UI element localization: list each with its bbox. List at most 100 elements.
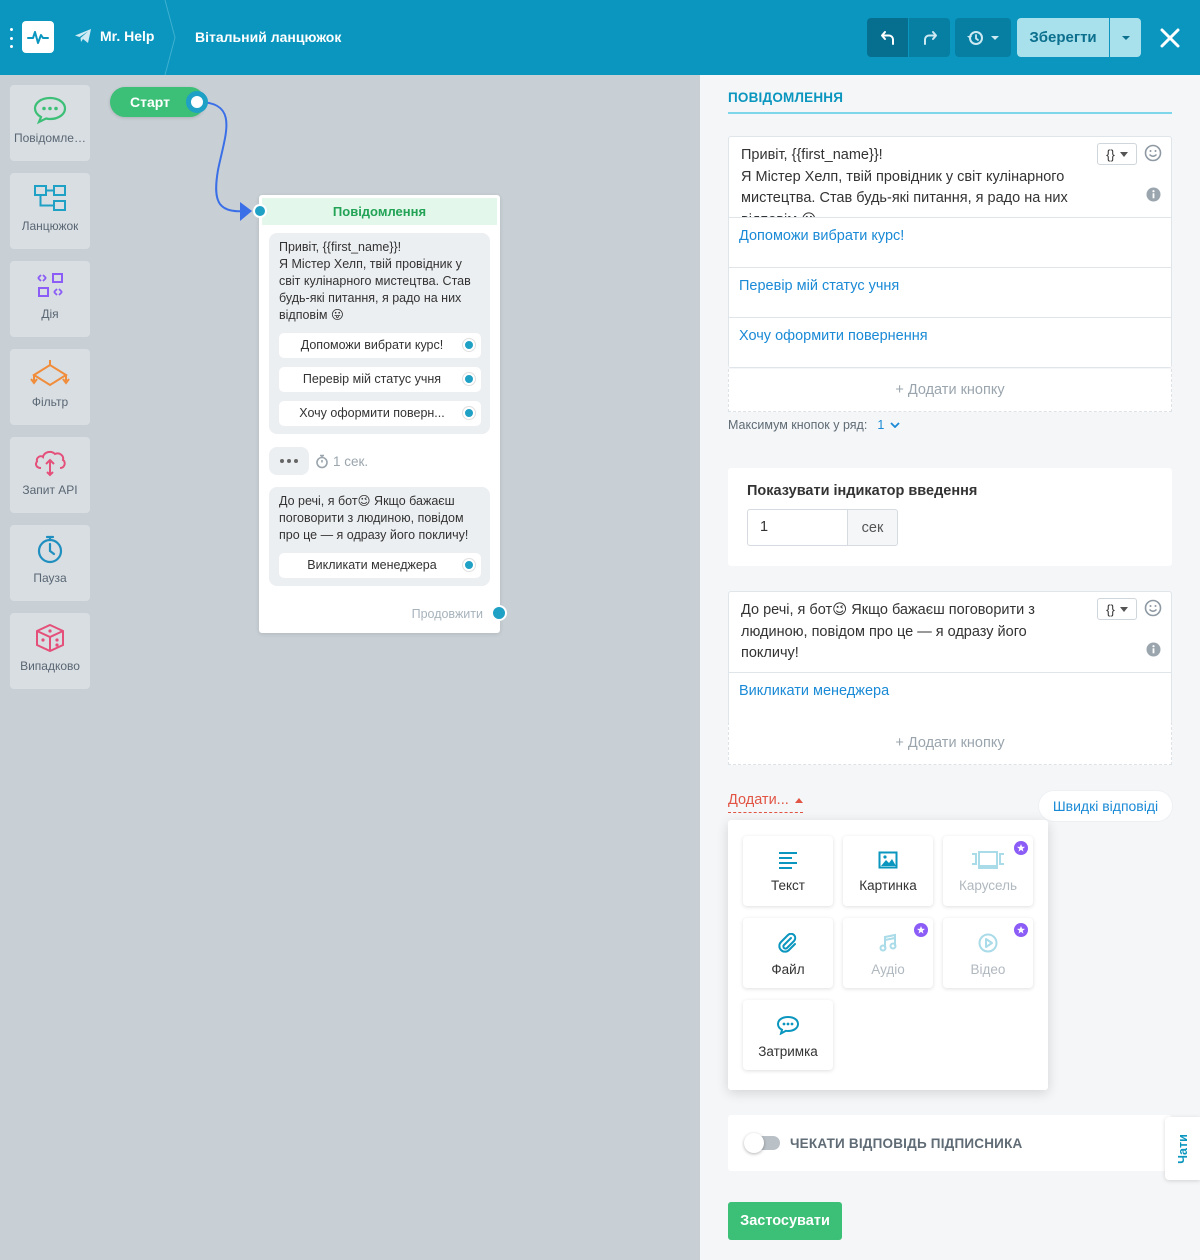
dice-icon [36, 623, 64, 653]
chevron-down-icon [1119, 151, 1128, 157]
node-message-bubble: До речі, я бот😉 Якщо бажаєш поговорити з… [269, 487, 490, 586]
stopwatch-icon [37, 535, 63, 564]
palette-item-label: Повідомлення [14, 131, 86, 145]
text-lines-icon [779, 852, 797, 869]
caret-up-icon [794, 797, 803, 803]
continue-label: Продовжити [411, 607, 483, 621]
flow-title[interactable]: Вітальний ланцюжок [195, 29, 341, 45]
palette-item-filter[interactable]: Фільтр [10, 349, 90, 425]
play-circle-icon [978, 933, 998, 953]
wait-reply-card: ЧЕКАТИ ВІДПОВІДЬ ПІДПИСНИКА [728, 1115, 1172, 1171]
node-button: Викликати менеджера [279, 553, 481, 578]
max-buttons-label: Максимум кнопок у ряд: [728, 418, 868, 432]
chevron-down-icon [890, 422, 900, 428]
palette-item-api[interactable]: Запит API [10, 437, 90, 513]
max-buttons-select[interactable]: 1 [877, 418, 900, 432]
typing-seconds-unit: сек [848, 509, 898, 546]
emoji-icon[interactable] [1144, 144, 1162, 162]
button-output-port[interactable] [463, 559, 475, 571]
more-menu-icon[interactable] [8, 28, 14, 48]
add-file-tile[interactable]: Файл [743, 918, 833, 988]
add-button-button[interactable]: + Додати кнопку [728, 722, 1172, 765]
palette-item-label: Ланцюжок [21, 219, 79, 233]
palette-item-pause[interactable]: Пауза [10, 525, 90, 601]
flow-canvas[interactable]: Старт Повідомлення Привіт, {{first_name}… [100, 75, 700, 1260]
music-note-icon [879, 933, 897, 952]
add-image-tile[interactable]: Картинка [843, 836, 933, 906]
variable-picker-button[interactable]: {} [1097, 143, 1137, 165]
typing-indicator-card: Показувати індикатор введення 1 сек [728, 468, 1172, 566]
add-button-button[interactable]: + Додати кнопку [728, 369, 1172, 412]
add-audio-tile[interactable]: Аудіо [843, 918, 933, 988]
add-delay-tile[interactable]: Затримка [743, 1000, 833, 1070]
message-button[interactable]: Хочу оформити повернення [729, 317, 1171, 367]
typing-bubble-icon [776, 1015, 800, 1035]
palette-item-action[interactable]: Дія [10, 261, 90, 337]
editor-panel: ПОВІДОМЛЕННЯ Привіт, {{first_name}}! Я М… [700, 75, 1200, 1260]
message-bubble-icon [33, 96, 67, 125]
carousel-icon [972, 851, 1004, 869]
wait-reply-label: ЧЕКАТИ ВІДПОВІДЬ ПІДПИСНИКА [790, 1135, 1023, 1151]
wait-reply-toggle[interactable] [744, 1133, 780, 1153]
block-palette: Повідомлення Ланцюжок Дія Фільтр Запит A… [0, 75, 100, 1260]
node-input-port[interactable] [253, 204, 267, 218]
palette-item-message[interactable]: Повідомлення [10, 85, 90, 161]
quick-replies-button[interactable]: Швидкі відповіді [1039, 791, 1172, 821]
bot-link[interactable]: Mr. Help [74, 28, 154, 44]
info-icon[interactable] [1146, 187, 1161, 202]
close-button[interactable] [1156, 24, 1184, 52]
button-output-port[interactable] [463, 339, 475, 351]
pro-star-icon [1014, 841, 1028, 855]
start-output-port[interactable] [186, 91, 208, 113]
panel-title: ПОВІДОМЛЕННЯ [728, 90, 844, 105]
save-button[interactable]: Зберегти [1017, 18, 1109, 57]
top-bar: Mr. Help Вітальний ланцюжок Зберегти [0, 0, 1200, 75]
message-button[interactable]: Допоможи вибрати курс! [729, 217, 1171, 267]
variable-picker-button[interactable]: {} [1097, 598, 1137, 620]
chevron-down-icon [1119, 606, 1128, 612]
add-content-menu: Текст Картинка Карусель Файл Аудіо Відео [728, 820, 1048, 1090]
info-icon[interactable] [1146, 642, 1161, 657]
message-editor: Привіт, {{first_name}}! Я Містер Хелп, т… [728, 136, 1172, 368]
redo-button[interactable] [909, 18, 950, 57]
palette-item-label: Фільтр [31, 395, 69, 409]
bot-name: Mr. Help [100, 28, 155, 44]
add-video-tile[interactable]: Відео [943, 918, 1033, 988]
node-output-port[interactable] [491, 605, 507, 621]
message-button[interactable]: Викликати менеджера [729, 672, 1171, 722]
typing-seconds-input[interactable]: 1 [747, 509, 848, 546]
breadcrumb-separator [164, 0, 176, 75]
button-output-port[interactable] [463, 373, 475, 385]
node-button: Перевір мій статус учня [279, 367, 481, 392]
save-options-button[interactable] [1110, 18, 1141, 57]
action-icon [37, 273, 63, 297]
chats-tab[interactable]: Чати [1165, 1117, 1200, 1180]
palette-item-random[interactable]: Випадково [10, 613, 90, 689]
button-output-port[interactable] [463, 407, 475, 419]
filter-icon [30, 360, 70, 387]
start-node[interactable]: Старт [110, 87, 208, 117]
add-text-tile[interactable]: Текст [743, 836, 833, 906]
add-content-dropdown[interactable]: Додати... [728, 792, 803, 813]
palette-item-chain[interactable]: Ланцюжок [10, 173, 90, 249]
emoji-icon[interactable] [1144, 599, 1162, 617]
start-label: Старт [130, 94, 170, 110]
app-logo-icon[interactable] [22, 21, 54, 53]
message-button[interactable]: Перевір мій статус учня [729, 267, 1171, 317]
history-dropdown[interactable] [955, 18, 1011, 57]
apply-button[interactable]: Застосувати [728, 1202, 842, 1240]
undo-button[interactable] [867, 18, 908, 57]
typing-indicator-title: Показувати індикатор введення [747, 483, 978, 499]
node-message-text: До речі, я бот😉 Якщо бажаєш поговорити з… [279, 494, 469, 542]
node-button: Хочу оформити поверн... [279, 401, 481, 426]
node-button: Допоможи вибрати курс! [279, 333, 481, 358]
max-buttons-per-row: Максимум кнопок у ряд: 1 [728, 418, 900, 432]
delay-label: 1 сек. [333, 453, 369, 469]
palette-item-label: Випадково [20, 659, 80, 673]
message-node[interactable]: Повідомлення Привіт, {{first_name}}! Я М… [253, 195, 507, 633]
chevron-down-icon [991, 35, 999, 40]
add-carousel-tile[interactable]: Карусель [943, 836, 1033, 906]
node-header: Повідомлення [262, 198, 497, 225]
undo-icon [880, 30, 894, 45]
flow-chain-icon [34, 185, 66, 211]
